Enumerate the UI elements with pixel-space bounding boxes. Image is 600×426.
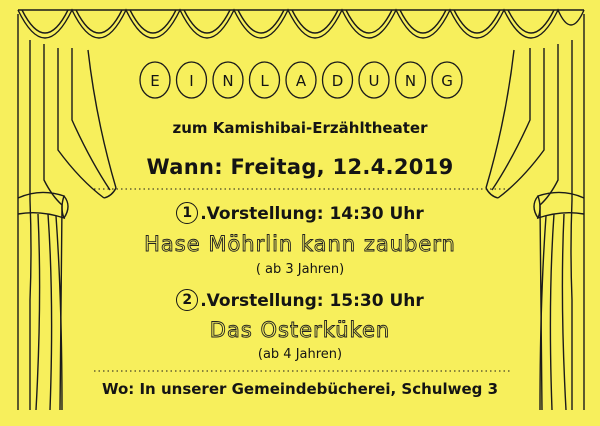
show-2-heading: 2 .Vorstellung: 15:30 Uhr	[0, 289, 600, 311]
valance-inner-scallops	[21, 9, 555, 34]
title-letter: D	[332, 72, 344, 90]
show-1-heading: 1 .Vorstellung: 14:30 Uhr	[0, 202, 600, 224]
show-2-label: .Vorstellung: 15:30 Uhr	[200, 291, 424, 311]
title-letter: U	[369, 72, 380, 90]
show-1-age: ( ab 3 Jahren)	[255, 262, 345, 277]
title-letter: G	[441, 72, 453, 90]
title-letter: A	[296, 72, 307, 90]
title-letter: N	[405, 72, 416, 90]
title-letter: L	[260, 72, 269, 90]
location-line: Wo: In unserer Gemeindebücherei, Schulwe…	[101, 380, 499, 398]
show-2-title: Das Osterküken	[209, 318, 391, 343]
title-letter: N	[222, 72, 233, 90]
invitation-flyer: E I N L A D U N G zum Kamishibai-Erzähltheater W…	[0, 0, 600, 426]
show-1-title: Hase Möhrlin kann zaubern	[144, 232, 456, 257]
show-2-number: 2	[176, 289, 199, 311]
show-1-number: 1	[176, 202, 199, 224]
title-einladung: EINLADUNG	[139, 61, 463, 99]
show-2-age: (ab 4 Jahren)	[257, 347, 343, 362]
title-letter: E	[150, 72, 159, 90]
subtitle: zum Kamishibai-Erzähltheater	[172, 119, 428, 137]
date-line: Wann: Freitag, 12.4.2019	[146, 155, 454, 179]
title-letter: I	[189, 72, 193, 90]
show-1-label: .Vorstellung: 14:30 Uhr	[200, 204, 424, 224]
